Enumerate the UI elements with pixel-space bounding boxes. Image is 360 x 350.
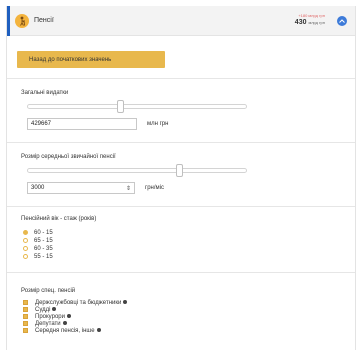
retirement-option-label: 55 - 15 (34, 253, 53, 260)
radio-icon[interactable] (23, 254, 28, 259)
special-pension-item[interactable]: Прокурори (23, 313, 71, 320)
special-pension-label: Держслужбовці та бюджетники (35, 299, 122, 306)
special-pension-text: Держслужбовці та бюджетники (35, 299, 128, 306)
retirement-option[interactable]: 60 - 35 (23, 245, 53, 252)
total-expenses-unit: млн грн (147, 121, 169, 127)
info-icon[interactable] (96, 327, 101, 332)
pensioner-icon (15, 14, 29, 28)
total-expenses-slider-handle[interactable] (117, 100, 124, 113)
special-pension-text: Середня пенсія, інше (35, 328, 101, 334)
checkbox-icon[interactable] (23, 300, 28, 305)
info-icon[interactable] (66, 313, 71, 318)
checkbox-icon[interactable] (23, 321, 28, 326)
total-expenses-label: Загальні видатки (21, 90, 69, 96)
sum-amount: 430 (294, 19, 307, 26)
special-pension-item[interactable]: Держслужбовці та бюджетники (23, 299, 128, 306)
info-icon[interactable] (62, 320, 67, 325)
retirement-option[interactable]: 60 - 15 (23, 229, 53, 236)
pensions-panel: Пенсії +180 млрд грн 430 млрд грн Назад … (6, 6, 356, 350)
special-pension-item[interactable]: Середня пенсія, інше (23, 327, 101, 334)
avg-pension-unit: грн/міс (145, 185, 164, 191)
retirement-option-label: 60 - 35 (34, 245, 53, 252)
divider (7, 272, 355, 273)
header-accent-bar (7, 6, 10, 36)
checkbox-icon[interactable] (23, 314, 28, 319)
avg-pension-slider-handle[interactable] (176, 164, 183, 177)
special-pension-text: Судді (35, 306, 57, 313)
panel-header[interactable]: Пенсії +180 млрд грн 430 млрд грн (7, 6, 355, 36)
sum-change-label: +180 млрд грн (298, 13, 325, 18)
retirement-option-label: 65 - 15 (34, 237, 53, 244)
spinner-icon[interactable]: ⇕ (126, 184, 131, 194)
special-pensions-label: Розмір спец. пенсій (21, 288, 76, 294)
total-expenses-input[interactable]: 429667 (27, 118, 137, 130)
reset-to-defaults-button[interactable]: Назад до початкових значень (17, 51, 165, 68)
special-pension-text: Депутати (35, 321, 67, 327)
retirement-option[interactable]: 65 - 15 (23, 237, 53, 244)
retirement-option-label: 60 - 15 (34, 229, 53, 236)
special-pension-label: Прокурори (35, 313, 65, 320)
avg-pension-slider[interactable] (27, 164, 247, 177)
special-pension-item[interactable]: Судді (23, 306, 57, 313)
collapse-toggle-icon[interactable] (337, 16, 347, 26)
total-expenses-slider[interactable] (27, 100, 247, 113)
avg-pension-label: Розмір середньої звичайної пенсії (21, 154, 116, 160)
info-icon[interactable] (52, 306, 57, 311)
total-expenses-value: 429667 (31, 121, 52, 127)
special-pension-text: Прокурори (35, 314, 71, 320)
radio-icon[interactable] (23, 246, 28, 251)
avg-pension-input[interactable]: 3000 ⇕ (27, 182, 135, 194)
divider (7, 206, 355, 207)
special-pension-item[interactable]: Депутати (23, 320, 67, 327)
sum-unit: млрд грн (308, 20, 325, 25)
panel-title: Пенсії (34, 17, 54, 24)
sum-value: 430 млрд грн (295, 19, 325, 26)
special-pension-label: Судді (35, 306, 51, 313)
retirement-age-label: Пенсійний вік - стаж (років) (21, 216, 97, 222)
avg-pension-value: 3000 (31, 185, 45, 191)
special-pension-label: Депутати (35, 320, 61, 327)
info-icon[interactable] (123, 299, 128, 304)
radio-checked-icon[interactable] (23, 230, 28, 235)
special-pension-label: Середня пенсія, інше (35, 327, 95, 334)
checkbox-icon[interactable] (23, 328, 28, 333)
checkbox-icon[interactable] (23, 307, 28, 312)
divider (7, 78, 355, 79)
divider (7, 142, 355, 143)
radio-icon[interactable] (23, 238, 28, 243)
retirement-option[interactable]: 55 - 15 (23, 253, 53, 260)
